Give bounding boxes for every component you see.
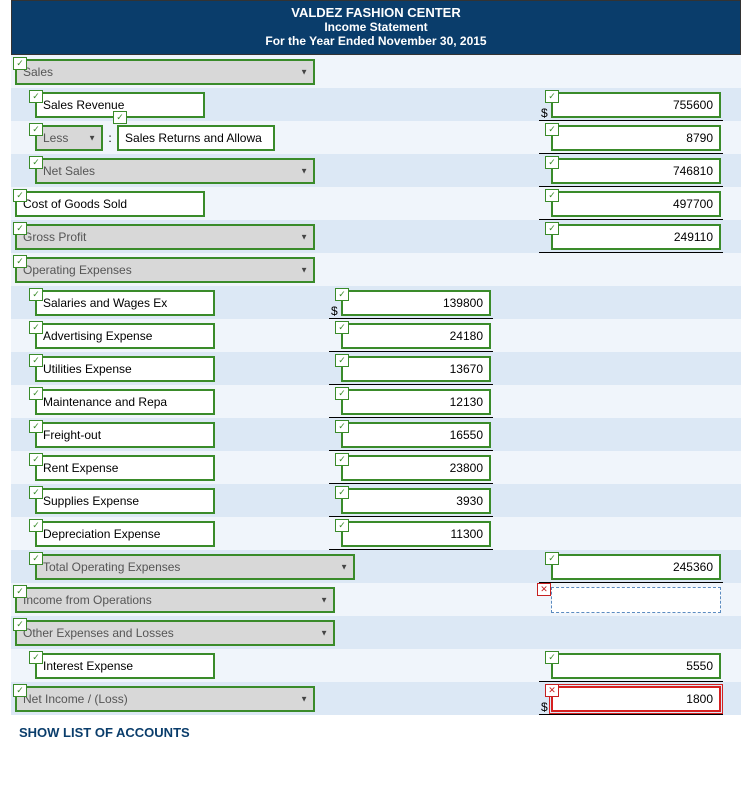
check-icon bbox=[13, 255, 27, 268]
check-icon bbox=[13, 684, 27, 697]
sales-returns-field[interactable] bbox=[117, 125, 275, 151]
check-icon bbox=[335, 486, 349, 499]
income-ops-dropdown[interactable] bbox=[15, 587, 335, 613]
depreciation-field[interactable] bbox=[35, 521, 215, 547]
net-income-value[interactable] bbox=[551, 686, 721, 712]
check-icon bbox=[545, 651, 559, 664]
supplies-field[interactable] bbox=[35, 488, 215, 514]
other-exp-dropdown[interactable] bbox=[15, 620, 335, 646]
dollar-sign: $ bbox=[541, 700, 548, 714]
check-icon bbox=[13, 585, 27, 598]
dollar-sign: $ bbox=[541, 106, 548, 120]
utilities-value[interactable] bbox=[341, 356, 491, 382]
check-icon bbox=[335, 453, 349, 466]
check-icon bbox=[29, 519, 43, 532]
maintenance-field[interactable] bbox=[35, 389, 215, 415]
salaries-value[interactable] bbox=[341, 290, 491, 316]
freight-value[interactable] bbox=[341, 422, 491, 448]
check-icon bbox=[13, 189, 27, 202]
total-opex-value[interactable] bbox=[551, 554, 721, 580]
sales-revenue-value[interactable] bbox=[551, 92, 721, 118]
depreciation-value[interactable] bbox=[341, 521, 491, 547]
utilities-field[interactable] bbox=[35, 356, 215, 382]
statement-header: VALDEZ FASHION CENTER Income Statement F… bbox=[11, 0, 741, 55]
total-opex-dropdown[interactable] bbox=[35, 554, 355, 580]
check-icon bbox=[13, 222, 27, 235]
check-icon bbox=[29, 651, 43, 664]
check-icon bbox=[29, 156, 43, 169]
show-accounts-link[interactable]: SHOW LIST OF ACCOUNTS bbox=[11, 715, 198, 744]
check-icon bbox=[29, 321, 43, 334]
sales-returns-value[interactable] bbox=[551, 125, 721, 151]
interest-field[interactable] bbox=[35, 653, 215, 679]
check-icon bbox=[29, 123, 43, 136]
check-icon bbox=[29, 354, 43, 367]
check-icon bbox=[335, 321, 349, 334]
check-icon bbox=[29, 486, 43, 499]
cogs-value[interactable] bbox=[551, 191, 721, 217]
check-icon bbox=[545, 552, 559, 565]
maintenance-value[interactable] bbox=[341, 389, 491, 415]
income-ops-value[interactable] bbox=[551, 587, 721, 613]
check-icon bbox=[29, 387, 43, 400]
check-icon bbox=[545, 189, 559, 202]
check-icon bbox=[545, 123, 559, 136]
check-icon bbox=[545, 222, 559, 235]
company-name: VALDEZ FASHION CENTER bbox=[12, 5, 740, 20]
rent-value[interactable] bbox=[341, 455, 491, 481]
check-icon bbox=[29, 288, 43, 301]
check-icon bbox=[13, 57, 27, 70]
rent-field[interactable] bbox=[35, 455, 215, 481]
cogs-field[interactable] bbox=[15, 191, 205, 217]
advertising-field[interactable] bbox=[35, 323, 215, 349]
check-icon bbox=[29, 453, 43, 466]
check-icon bbox=[29, 90, 43, 103]
gross-profit-value[interactable] bbox=[551, 224, 721, 250]
advertising-value[interactable] bbox=[341, 323, 491, 349]
cross-icon bbox=[545, 684, 559, 697]
check-icon bbox=[29, 420, 43, 433]
check-icon bbox=[335, 354, 349, 367]
check-icon bbox=[113, 111, 127, 124]
check-icon bbox=[335, 519, 349, 532]
gross-profit-dropdown[interactable] bbox=[15, 224, 315, 250]
less-dropdown[interactable] bbox=[35, 125, 103, 151]
statement-period: For the Year Ended November 30, 2015 bbox=[12, 34, 740, 48]
supplies-value[interactable] bbox=[341, 488, 491, 514]
opex-dropdown[interactable] bbox=[15, 257, 315, 283]
net-income-dropdown[interactable] bbox=[15, 686, 315, 712]
cross-icon bbox=[537, 583, 551, 596]
statement-title: Income Statement bbox=[12, 20, 740, 34]
sales-dropdown[interactable] bbox=[15, 59, 315, 85]
check-icon bbox=[335, 288, 349, 301]
freight-field[interactable] bbox=[35, 422, 215, 448]
check-icon bbox=[13, 618, 27, 631]
check-icon bbox=[545, 156, 559, 169]
check-icon bbox=[545, 90, 559, 103]
check-icon bbox=[335, 420, 349, 433]
check-icon bbox=[29, 552, 43, 565]
interest-value[interactable] bbox=[551, 653, 721, 679]
salaries-field[interactable] bbox=[35, 290, 215, 316]
dollar-sign: $ bbox=[331, 304, 338, 318]
check-icon bbox=[335, 387, 349, 400]
net-sales-dropdown[interactable] bbox=[35, 158, 315, 184]
net-sales-value[interactable] bbox=[551, 158, 721, 184]
